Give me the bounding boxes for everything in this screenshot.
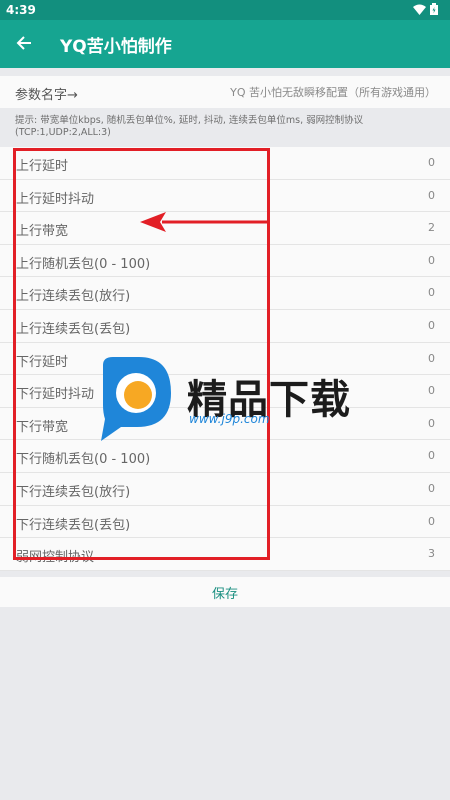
setting-value: 0 [428,384,435,398]
setting-value: 2 [428,221,435,235]
save-button[interactable]: 保存 [0,577,450,607]
watermark-url: www.j9p.com [189,412,270,426]
back-button[interactable] [12,31,36,55]
app-bar: YQ苦小怕制作 [0,20,450,68]
setting-value: 0 [428,481,435,495]
page-title: YQ苦小怕制作 [60,37,172,57]
hint-text: 提示: 带宽单位kbps, 随机丢包单位%, 延时, 抖动, 连续丢包单位ms,… [15,115,364,138]
setting-value: 0 [428,416,435,430]
param-name-value: YQ 苦小怕无敌瞬移配置（所有游戏通用） [230,86,436,99]
setting-value: 0 [428,253,435,267]
param-name-row[interactable]: 参数名字→ YQ 苦小怕无敌瞬移配置（所有游戏通用） [0,76,450,108]
setting-value: 0 [428,188,435,202]
arrow-left-icon [16,36,31,50]
setting-value: 0 [428,156,435,169]
annotation-arrow-icon [140,212,270,232]
watermark-logo: 精品下载 www.j9p.com [95,357,355,447]
setting-value: 0 [428,514,435,528]
status-icons [413,3,438,18]
status-time: 4:39 [6,3,36,17]
setting-value: 0 [428,449,435,463]
wifi-icon [413,4,427,15]
setting-value: 0 [428,286,435,300]
setting-value: 3 [428,547,435,561]
watermark-p-logo-icon [101,357,171,441]
status-bar: 4:39 [0,0,450,20]
setting-value: 0 [428,351,435,365]
setting-value: 0 [428,318,435,332]
save-label: 保存 [211,587,238,602]
param-name-label: 参数名字→ [15,88,78,103]
battery-icon [430,3,438,15]
